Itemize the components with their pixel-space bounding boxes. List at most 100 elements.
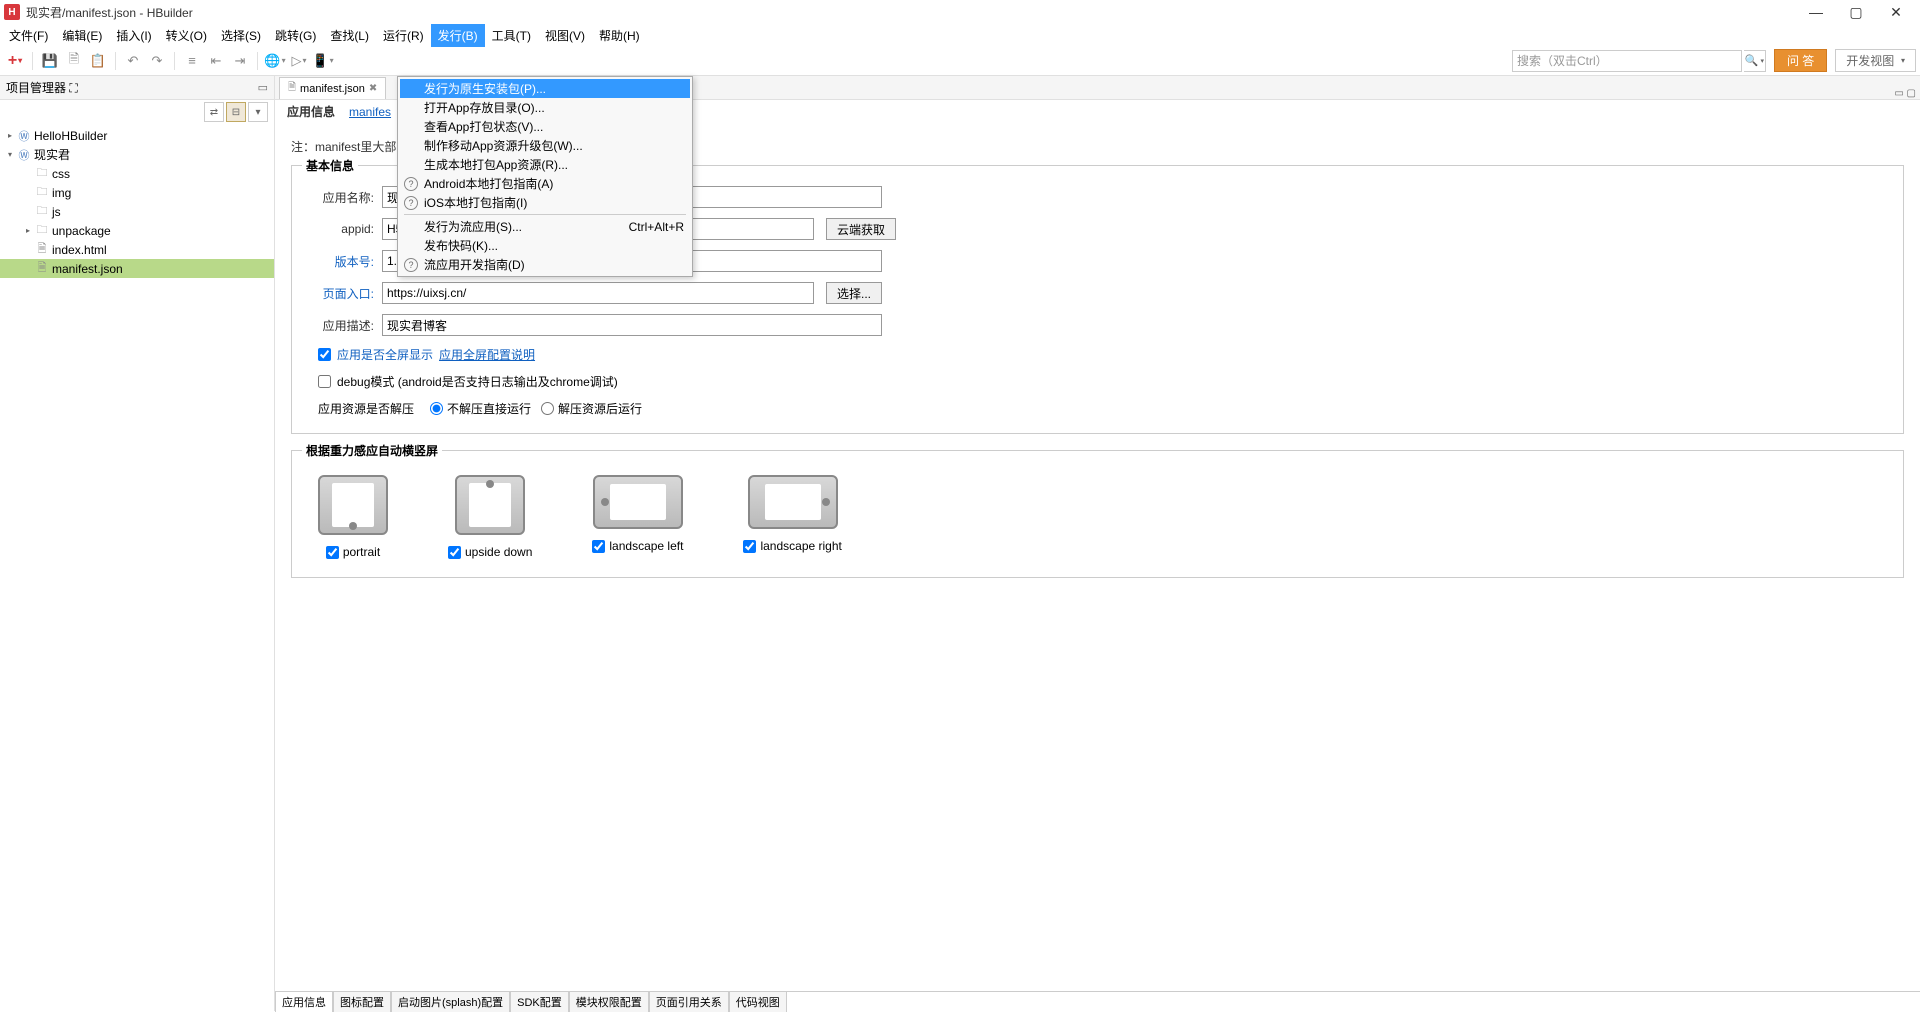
bottom-tab[interactable]: SDK配置 (510, 992, 569, 1012)
web-icon: Ⓦ (16, 147, 32, 163)
fullscreen-checkbox[interactable] (318, 348, 331, 361)
preview-icon[interactable]: ▷▾ (288, 50, 310, 72)
section-title: 基本信息 (302, 157, 358, 174)
menu-entry[interactable]: 查看App打包状态(V)... (400, 117, 690, 136)
radio-unzip[interactable]: 解压资源后运行 (541, 400, 642, 417)
view-button[interactable]: 开发视图 ▾ (1835, 49, 1916, 72)
menu-entry[interactable]: 发行为流应用(S)...Ctrl+Alt+R (400, 217, 690, 236)
maximize-button[interactable]: ▢ (1836, 0, 1876, 24)
landscape-left-checkbox[interactable]: landscape left (592, 539, 683, 553)
help-icon: ? (404, 177, 418, 191)
subtab-appinfo[interactable]: 应用信息 (283, 101, 339, 122)
panel-title: 项目管理器 ⛶ (6, 79, 254, 96)
clipboard-icon[interactable]: 📋 (87, 50, 109, 72)
menu-item[interactable]: 工具(T) (485, 24, 538, 47)
outdent-icon[interactable]: ⇤ (205, 50, 227, 72)
search-button[interactable]: 🔍▾ (1744, 50, 1766, 72)
folder-icon: 🗀 (34, 204, 50, 220)
cloud-get-button[interactable]: 云端获取 (826, 218, 896, 240)
indent-icon[interactable]: ⇥ (229, 50, 251, 72)
view-menu-icon[interactable]: ▾ (248, 102, 268, 122)
minimize-panel-icon[interactable]: ▭ (258, 81, 268, 94)
menu-item[interactable]: 帮助(H) (592, 24, 647, 47)
save-icon[interactable]: 💾 (39, 50, 61, 72)
bottom-tab[interactable]: 启动图片(splash)配置 (391, 992, 510, 1012)
link-editor-icon[interactable]: ⇄ (204, 102, 224, 122)
tree-item[interactable]: 🗀js (0, 202, 274, 221)
bottom-tab[interactable]: 图标配置 (333, 992, 391, 1012)
tree-item[interactable]: 🗀css (0, 164, 274, 183)
search-input[interactable]: 搜索（双击Ctrl） (1512, 50, 1742, 72)
tree-item[interactable]: ▾Ⓦ现实君 (0, 145, 274, 164)
menu-item[interactable]: 跳转(G) (268, 24, 323, 47)
new-button[interactable]: +▾ (4, 50, 26, 72)
menu-item[interactable]: 编辑(E) (55, 24, 109, 47)
tree-item[interactable]: 🗎index.html (0, 240, 274, 259)
menu-entry[interactable]: ?iOS本地打包指南(I) (400, 193, 690, 212)
menu-bar: 文件(F)编辑(E)插入(I)转义(O)选择(S)跳转(G)查找(L)运行(R)… (0, 24, 1920, 46)
bottom-tab[interactable]: 代码视图 (729, 992, 787, 1012)
bottom-tab[interactable]: 页面引用关系 (649, 992, 729, 1012)
bottom-tab[interactable]: 模块权限配置 (569, 992, 649, 1012)
editor-area: 🗎 manifest.json ✖ ▭ ▢ 应用信息 manifes 注：man… (275, 76, 1920, 1011)
collapse-all-icon[interactable]: ⊟ (226, 102, 246, 122)
section-title: 根据重力感应自动横竖屏 (302, 442, 442, 459)
tree-item[interactable]: 🗎manifest.json (0, 259, 274, 278)
browser-icon[interactable]: 🌐▾ (264, 50, 286, 72)
menu-entry[interactable]: ?Android本地打包指南(A) (400, 174, 690, 193)
menu-item[interactable]: 选择(S) (214, 24, 268, 47)
menu-item[interactable]: 插入(I) (109, 24, 158, 47)
tree-item[interactable]: ▸ⓌHelloHBuilder (0, 126, 274, 145)
upside-down-icon (455, 475, 525, 535)
menu-entry[interactable]: ?流应用开发指南(D) (400, 255, 690, 274)
menu-item[interactable]: 运行(R) (376, 24, 431, 47)
menu-item[interactable]: 文件(F) (2, 24, 55, 47)
folder-icon: 🗀 (34, 166, 50, 182)
editor-tab-manifest[interactable]: 🗎 manifest.json ✖ (279, 77, 386, 99)
project-explorer-header: 项目管理器 ⛶ ▭ (0, 76, 274, 100)
file-icon: 🗎 (288, 80, 296, 97)
debug-label: debug模式 (android是否支持日志输出及chrome调试) (337, 373, 618, 390)
desc-input[interactable] (382, 314, 882, 336)
close-tab-icon[interactable]: ✖ (369, 83, 377, 94)
portrait-checkbox[interactable]: portrait (326, 545, 380, 559)
menu-item[interactable]: 发行(B) (431, 24, 485, 47)
phone-icon[interactable]: 📱▾ (312, 50, 334, 72)
upside-down-checkbox[interactable]: upside down (448, 545, 532, 559)
menu-entry[interactable]: 打开App存放目录(O)... (400, 98, 690, 117)
debug-checkbox[interactable] (318, 375, 331, 388)
select-button[interactable]: 选择... (826, 282, 882, 304)
close-button[interactable]: ✕ (1876, 0, 1916, 24)
menu-entry[interactable]: 发行为原生安装包(P)... (400, 79, 690, 98)
toolbar: +▾ 💾 🗎 📋 ↶ ↷ ≡ ⇤ ⇥ 🌐▾ ▷▾ 📱▾ 搜索（双击Ctrl） 🔍… (0, 46, 1920, 76)
menu-entry[interactable]: 发布快码(K)... (400, 236, 690, 255)
orientation-section: 根据重力感应自动横竖屏 portrait upside down landsca… (291, 450, 1904, 578)
window-title: 现实君/manifest.json - HBuilder (26, 4, 193, 21)
panel-toolbar: ⇄ ⊟ ▾ (0, 100, 274, 124)
minimize-button[interactable]: — (1796, 0, 1836, 24)
appid-label: appid: (304, 222, 374, 236)
publish-menu: 发行为原生安装包(P)...打开App存放目录(O)...查看App打包状态(V… (397, 76, 693, 277)
restore-icon[interactable]: ▭ ▢ (1890, 88, 1920, 99)
entry-input[interactable] (382, 282, 814, 304)
format-icon[interactable]: ≡ (181, 50, 203, 72)
save-all-icon[interactable]: 🗎 (63, 50, 85, 72)
folder-icon: 🗀 (34, 185, 50, 201)
tree-item[interactable]: ▸🗀unpackage (0, 221, 274, 240)
menu-item[interactable]: 视图(V) (538, 24, 592, 47)
qa-button[interactable]: 问 答 (1774, 49, 1827, 72)
menu-entry[interactable]: 生成本地打包App资源(R)... (400, 155, 690, 174)
subtab-link[interactable]: manifes (345, 103, 395, 121)
tree-item[interactable]: 🗀img (0, 183, 274, 202)
menu-item[interactable]: 查找(L) (323, 24, 376, 47)
landscape-right-checkbox[interactable]: landscape right (743, 539, 841, 553)
landscape-left-icon (593, 475, 683, 529)
radio-no-unzip[interactable]: 不解压直接运行 (430, 400, 531, 417)
menu-item[interactable]: 转义(O) (159, 24, 214, 47)
fullscreen-link[interactable]: 应用全屏配置说明 (439, 346, 535, 363)
redo-icon[interactable]: ↷ (146, 50, 168, 72)
undo-icon[interactable]: ↶ (122, 50, 144, 72)
title-bar: H 现实君/manifest.json - HBuilder — ▢ ✕ (0, 0, 1920, 24)
bottom-tab[interactable]: 应用信息 (275, 992, 333, 1012)
menu-entry[interactable]: 制作移动App资源升级包(W)... (400, 136, 690, 155)
